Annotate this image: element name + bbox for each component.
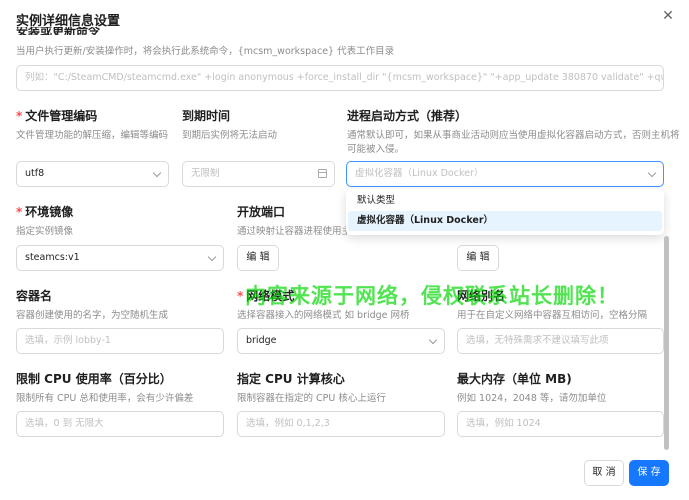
save-button[interactable]: 保 存	[629, 460, 669, 486]
cpu-limit-label: 限制 CPU 使用率（百分比）	[16, 372, 172, 386]
memory-desc: 例如 1024，2048 等，请勿加单位	[457, 393, 607, 404]
instance-settings-dialog: 实例详细信息设置 ✕ 安装或更新命令 当用户执行更新/安装操作时，将会执行此系统…	[0, 0, 689, 500]
file-encoding-desc: 文件管理功能的解压缩，编辑等编码	[16, 130, 169, 141]
extra-volumes-edit-button[interactable]: 编 辑	[457, 245, 499, 271]
network-alias-input[interactable]: 选填，无特殊需求不建议填写此项	[457, 328, 664, 354]
chevron-down-icon	[207, 252, 217, 262]
image-desc: 指定实例镜像	[16, 226, 74, 237]
process-type-desc: 通常默认即可，如果从事商业活动则应当使用虚拟化容器启动方式，否则主机将	[347, 130, 680, 141]
chevron-down-icon	[152, 168, 162, 178]
cpu-limit-input[interactable]: 选填，0 到 无限大	[16, 411, 224, 437]
expire-desc: 到期后实例将无法启动	[182, 130, 278, 141]
chevron-down-icon	[428, 335, 438, 345]
calendar-icon	[318, 169, 327, 178]
process-type-label: 进程启动方式（推荐）	[347, 109, 468, 123]
chevron-down-icon	[647, 168, 657, 178]
ports-label: 开放端口	[237, 205, 286, 219]
cpu-cores-desc: 限制容器在指定的 CPU 核心上运行	[237, 393, 386, 404]
file-encoding-label: * 文件管理编码	[16, 109, 98, 123]
scrollbar-thumb[interactable]	[664, 236, 669, 450]
process-type-dropdown: 默认类型 虚拟化容器（Linux Docker）	[346, 189, 664, 235]
install-command-input[interactable]: 列如："C:/SteamCMD/steamcmd.exe" +login ano…	[16, 65, 664, 91]
cpu-cores-label: 指定 CPU 计算核心	[237, 372, 345, 386]
memory-input[interactable]: 选填，例如 1024	[457, 411, 664, 437]
container-name-label: 容器名	[16, 289, 53, 303]
watermark-text: 内容来源于网络，侵权联系站长删除！	[245, 284, 619, 308]
cancel-button[interactable]: 取 消	[584, 460, 624, 486]
ports-edit-button[interactable]: 编 辑	[237, 245, 279, 271]
option-docker[interactable]: 虚拟化容器（Linux Docker）	[348, 211, 662, 231]
ports-desc: 通过映射让容器进程使用主机	[237, 226, 347, 237]
expire-label: 到期时间	[182, 109, 231, 123]
image-select[interactable]: steamcs:v1	[16, 245, 224, 271]
network-mode-select[interactable]: bridge	[237, 328, 445, 354]
process-type-select[interactable]: 虚拟化容器（Linux Docker）	[346, 161, 664, 187]
image-label: * 环境镜像	[16, 205, 74, 219]
container-name-input[interactable]: 选填，示例 lobby-1	[16, 328, 224, 354]
close-icon[interactable]: ✕	[660, 8, 676, 24]
cpu-cores-input[interactable]: 选填，例如 0,1,2,3	[237, 411, 445, 437]
install-command-desc: 当用户执行更新/安装操作时，将会执行此系统命令，{mcsm_workspace}…	[16, 46, 395, 57]
expire-date-input[interactable]: 无限制	[182, 161, 335, 187]
option-default-type[interactable]: 默认类型	[348, 191, 662, 211]
memory-label: 最大内存（单位 MB)	[457, 372, 572, 386]
container-name-desc: 容器创建使用的名字，为空随机生成	[16, 310, 169, 321]
process-type-desc-2: 可能被入侵。	[347, 144, 405, 155]
install-command-label: 安装或更新命令	[16, 27, 101, 35]
file-encoding-select[interactable]: utf8	[16, 161, 169, 187]
cpu-limit-desc: 限制所有 CPU 总和使用率，会有少许偏差	[16, 393, 194, 404]
